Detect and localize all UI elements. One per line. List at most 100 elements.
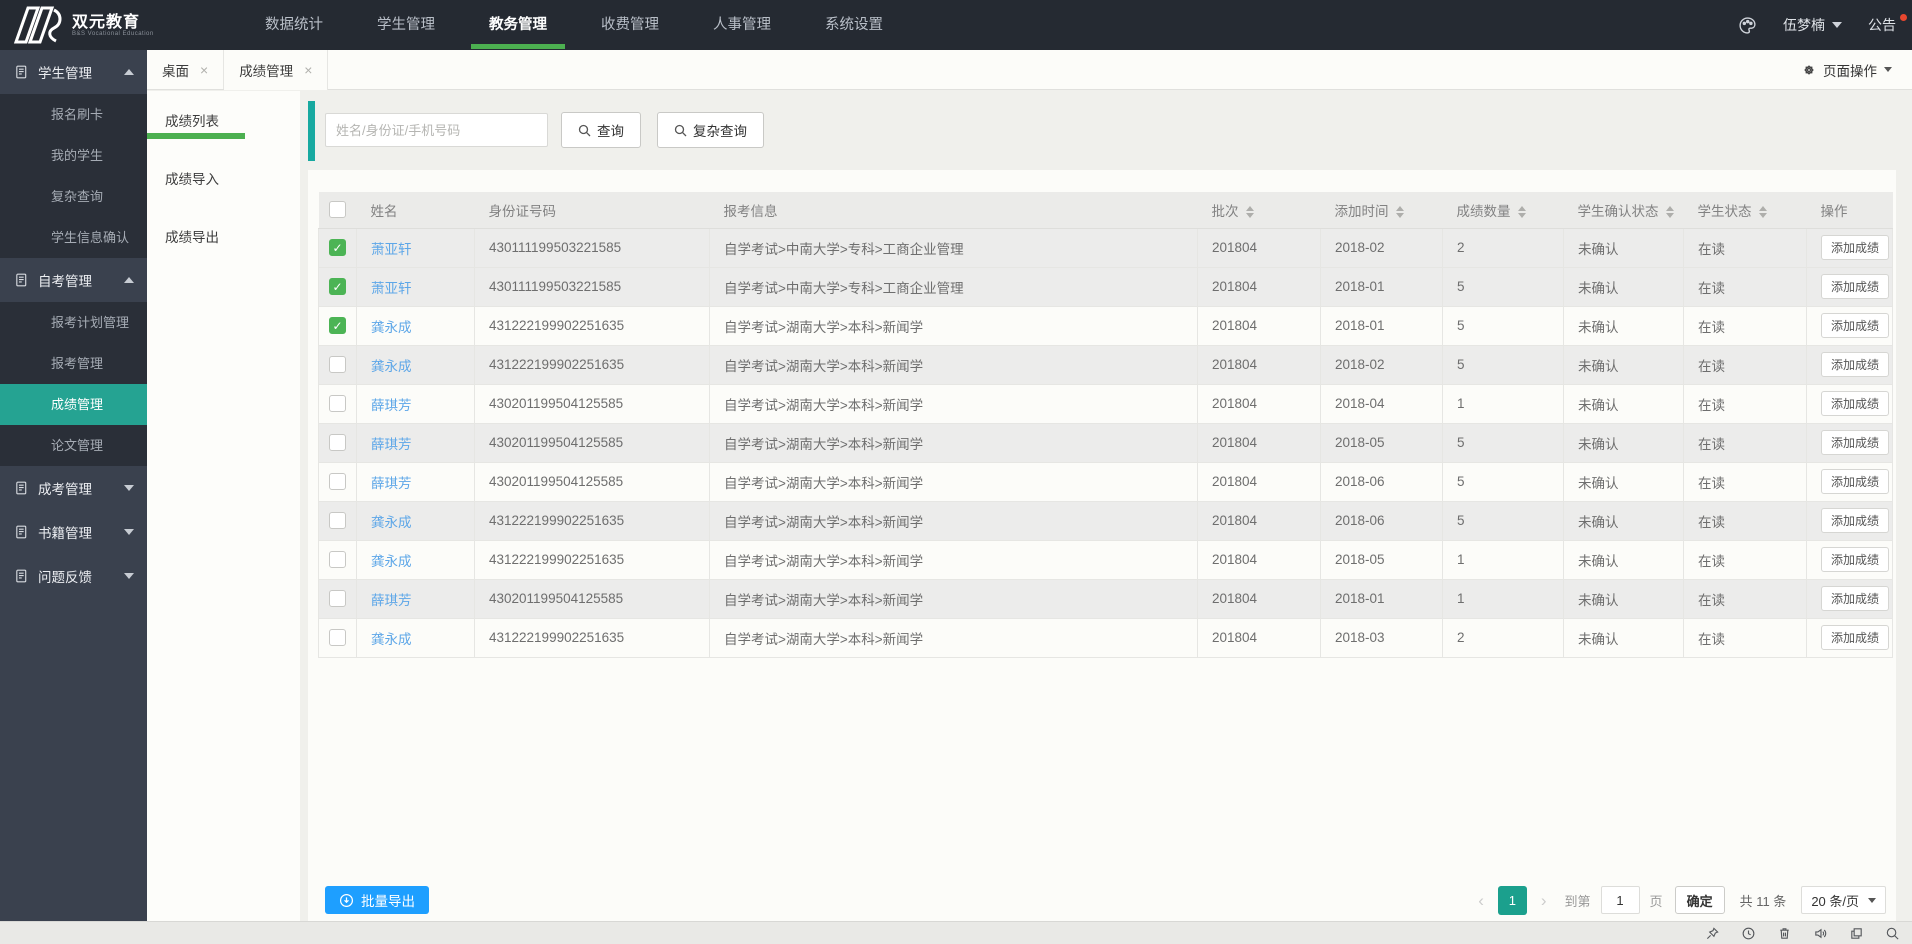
add-score-button[interactable]: 添加成绩 (1821, 625, 1890, 650)
select-all-checkbox[interactable] (329, 201, 346, 219)
column-header[interactable]: 学生状态 (1683, 192, 1807, 229)
sort-icon[interactable] (1395, 206, 1404, 219)
batch-cell: 201804 (1197, 383, 1321, 424)
action-cell: 添加成绩 (1806, 344, 1893, 385)
search-input[interactable] (325, 113, 548, 147)
row-checkbox[interactable] (329, 434, 346, 451)
subnav-item[interactable]: 成绩列表 (147, 91, 300, 149)
sort-icon[interactable] (1758, 206, 1767, 219)
top-nav-item[interactable]: 收费管理 (574, 0, 686, 50)
chevron-down-icon (1884, 67, 1892, 72)
row-checkbox[interactable] (329, 551, 346, 568)
row-checkbox[interactable] (329, 395, 346, 412)
add-score-button[interactable]: 添加成绩 (1821, 586, 1890, 611)
sidebar-item[interactable]: 论文管理 (0, 425, 147, 466)
query-button[interactable]: 查询 (561, 112, 641, 148)
row-checkbox[interactable] (329, 629, 346, 646)
sidebar-item[interactable]: 报名刷卡 (0, 94, 147, 135)
student-name-link[interactable]: 龚永成 (371, 359, 412, 374)
page-actions-button[interactable]: 页面操作 (1782, 50, 1912, 89)
row-checkbox[interactable] (329, 512, 346, 529)
add-score-button[interactable]: 添加成绩 (1821, 352, 1890, 377)
student-name-link[interactable]: 薛琪芳 (371, 593, 412, 608)
column-header[interactable]: 成绩数量 (1442, 192, 1564, 229)
page-size-select[interactable]: 20 条/页 (1801, 886, 1886, 914)
sidebar-item[interactable]: 报考管理 (0, 343, 147, 384)
column-header[interactable]: 学生确认状态 (1563, 192, 1684, 229)
next-page-button[interactable]: › (1537, 892, 1551, 909)
student-name-link[interactable]: 龚永成 (371, 515, 412, 530)
student-name-link[interactable]: 萧亚轩 (371, 242, 412, 257)
sidebar-group-item[interactable]: 学生管理 (0, 50, 147, 94)
top-nav-item[interactable]: 数据统计 (238, 0, 350, 50)
add-score-button[interactable]: 添加成绩 (1821, 235, 1890, 260)
batch-cell: 201804 (1197, 539, 1321, 580)
add-score-button[interactable]: 添加成绩 (1821, 469, 1890, 494)
top-nav-item[interactable]: 人事管理 (686, 0, 798, 50)
row-checkbox[interactable]: ✓ (329, 317, 346, 334)
add-score-button[interactable]: 添加成绩 (1821, 547, 1890, 572)
document-icon (14, 64, 29, 80)
palette-icon[interactable] (1738, 16, 1757, 35)
tab-bar: 桌面 × 成绩管理 × 页面操作 (147, 50, 1912, 90)
brand-logo-icon (8, 4, 66, 46)
prev-page-button[interactable]: ‹ (1474, 892, 1488, 909)
pin-icon[interactable] (1705, 926, 1720, 941)
column-label: 身份证号码 (488, 203, 557, 219)
sidebar-group-item[interactable]: 成考管理 (0, 466, 147, 510)
add-score-button[interactable]: 添加成绩 (1821, 508, 1890, 533)
student-name-link[interactable]: 龚永成 (371, 554, 412, 569)
subnav-item[interactable]: 成绩导入 (147, 149, 300, 207)
add-score-button[interactable]: 添加成绩 (1821, 274, 1890, 299)
close-icon[interactable]: × (200, 63, 208, 77)
sidebar-item[interactable]: 成绩管理 (0, 384, 147, 425)
row-checkbox[interactable] (329, 590, 346, 607)
announcement-link[interactable]: 公告 (1868, 14, 1907, 35)
tab[interactable]: 桌面 × (147, 50, 225, 89)
top-nav-item[interactable]: 教务管理 (462, 0, 574, 50)
sidebar-group-item[interactable]: 书籍管理 (0, 510, 147, 554)
sidebar-group-item[interactable]: 问题反馈 (0, 554, 147, 598)
sort-icon[interactable] (1665, 206, 1674, 219)
student-name-link[interactable]: 薛琪芳 (371, 437, 412, 452)
complex-query-button[interactable]: 复杂查询 (657, 112, 764, 148)
student-name-link[interactable]: 龚永成 (371, 320, 412, 335)
sidebar-item[interactable]: 学生信息确认 (0, 217, 147, 258)
row-checkbox[interactable]: ✓ (329, 239, 346, 256)
volume-icon[interactable] (1813, 926, 1828, 941)
search-icon[interactable] (1885, 926, 1900, 941)
add-score-button[interactable]: 添加成绩 (1821, 313, 1890, 338)
sidebar-item[interactable]: 我的学生 (0, 135, 147, 176)
top-nav-item[interactable]: 学生管理 (350, 0, 462, 50)
sort-icon[interactable] (1245, 206, 1254, 219)
student-name-link[interactable]: 龚永成 (371, 632, 412, 647)
top-nav-item[interactable]: 系统设置 (798, 0, 910, 50)
batch-export-button[interactable]: 批量导出 (325, 886, 429, 914)
column-header[interactable]: 添加时间 (1320, 192, 1443, 229)
sort-icon[interactable] (1517, 206, 1526, 219)
window-icon[interactable] (1849, 926, 1864, 941)
goto-page-input[interactable] (1600, 886, 1640, 914)
add-score-button[interactable]: 添加成绩 (1821, 430, 1890, 455)
row-checkbox[interactable] (329, 473, 346, 490)
column-header[interactable]: 批次 (1197, 192, 1321, 229)
id-number-cell: 431222199902251635 (474, 617, 710, 658)
row-checkbox[interactable]: ✓ (329, 278, 346, 295)
sidebar-item[interactable]: 复杂查询 (0, 176, 147, 217)
student-name-link[interactable]: 薛琪芳 (371, 398, 412, 413)
close-icon[interactable]: × (304, 63, 312, 77)
page-number-button[interactable]: 1 (1497, 885, 1527, 915)
confirm-button[interactable]: 确定 (1674, 886, 1725, 914)
subnav-item[interactable]: 成绩导出 (147, 207, 300, 265)
student-name-link[interactable]: 萧亚轩 (371, 281, 412, 296)
history-icon[interactable] (1741, 926, 1756, 941)
user-menu[interactable]: 伍梦楠 (1783, 15, 1842, 35)
row-checkbox[interactable] (329, 356, 346, 373)
action-cell: 添加成绩 (1806, 305, 1893, 346)
sidebar-item[interactable]: 报考计划管理 (0, 302, 147, 343)
student-name-link[interactable]: 薛琪芳 (371, 476, 412, 491)
sidebar-group-item[interactable]: 自考管理 (0, 258, 147, 302)
trash-icon[interactable] (1777, 926, 1792, 941)
add-score-button[interactable]: 添加成绩 (1821, 391, 1890, 416)
tab[interactable]: 成绩管理 × (224, 50, 329, 90)
